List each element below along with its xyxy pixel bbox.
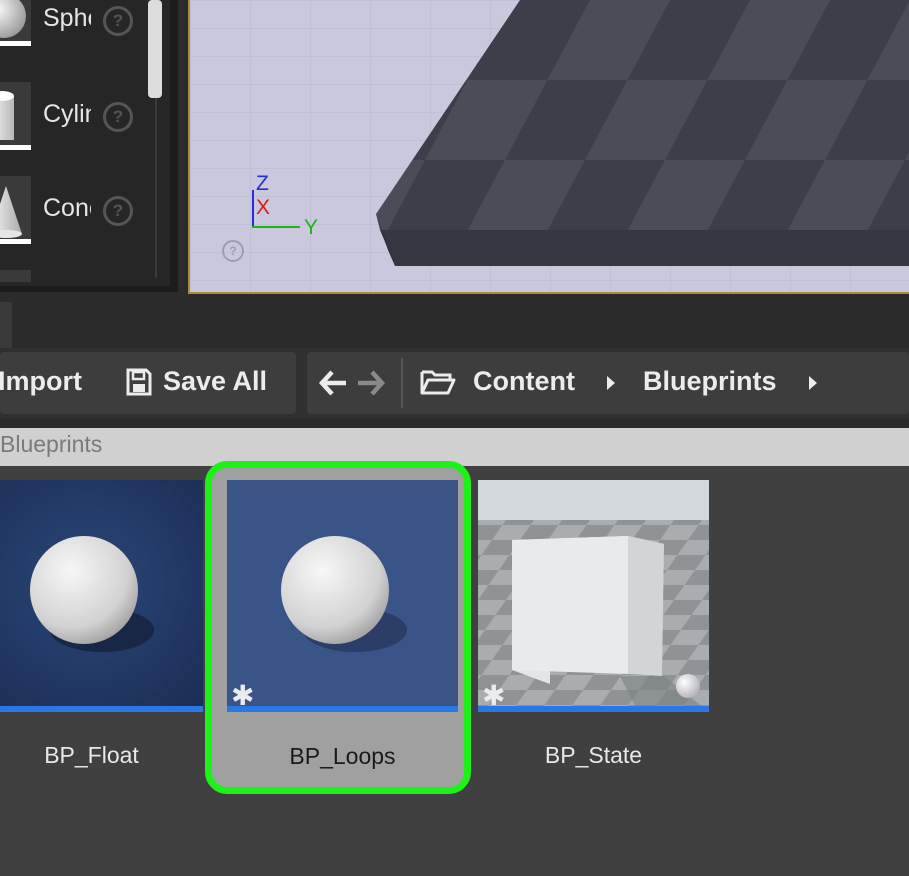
- help-icon[interactable]: ?: [103, 6, 133, 36]
- cylinder-icon: [0, 82, 31, 150]
- asset-name[interactable]: BP_Float: [0, 742, 207, 769]
- toolbar-divider: [401, 358, 403, 408]
- asset-type-bar: [227, 706, 458, 712]
- place-actors-panel: Sphe ? Cylin ?: [0, 0, 178, 292]
- place-item-partial: [0, 270, 31, 282]
- breadcrumb-arrow-icon[interactable]: [807, 374, 819, 397]
- sphere-preview-icon: [676, 674, 700, 698]
- place-item-cone[interactable]: Cone ?: [0, 176, 150, 256]
- asset-thumbnail-bp-float[interactable]: [0, 480, 203, 712]
- sphere-icon: [0, 0, 31, 46]
- path-text: Blueprints: [0, 431, 103, 457]
- save-all-button[interactable]: Save All: [163, 366, 267, 397]
- place-item-label: Cylin: [43, 100, 91, 128]
- asset-thumbnail-bp-loops[interactable]: ✱: [227, 480, 458, 712]
- help-icon[interactable]: ?: [103, 102, 133, 132]
- place-item-sphere[interactable]: Sphe ?: [0, 0, 150, 56]
- viewport-scene: [190, 0, 909, 292]
- axis-y-label: Y: [304, 216, 319, 239]
- breadcrumb-blueprints[interactable]: Blueprints: [643, 366, 777, 397]
- place-actors-list: Sphe ? Cylin ?: [0, 0, 170, 286]
- folder-icon[interactable]: [420, 368, 456, 401]
- place-item-label: Sphe: [43, 4, 91, 32]
- import-button[interactable]: Import: [0, 366, 82, 397]
- help-icon[interactable]: ?: [103, 196, 133, 226]
- content-browser-tab[interactable]: [0, 302, 12, 348]
- cube-icon: [478, 480, 709, 712]
- back-arrow-icon[interactable]: [318, 368, 348, 403]
- cone-icon: [0, 176, 31, 244]
- path-bar: [0, 428, 909, 466]
- forward-arrow-icon[interactable]: [356, 368, 386, 403]
- place-item-label: Cone: [43, 194, 91, 222]
- asset-type-bar: [0, 706, 203, 712]
- scrollbar-thumb[interactable]: [148, 0, 162, 98]
- level-viewport[interactable]: Z X Y ?: [188, 0, 909, 294]
- viewport-help-icon[interactable]: ?: [222, 240, 244, 262]
- asset-thumbnail-bp-state[interactable]: ✱: [478, 480, 709, 712]
- asset-name[interactable]: BP_Loops: [227, 743, 458, 770]
- breadcrumb-content[interactable]: Content: [473, 366, 575, 397]
- axis-x-label: X: [256, 196, 271, 219]
- asset-name[interactable]: BP_State: [478, 742, 709, 769]
- asset-type-bar: [478, 706, 709, 712]
- breadcrumb-arrow-icon[interactable]: [605, 374, 617, 397]
- sphere-icon: [227, 480, 458, 712]
- sphere-icon: [0, 480, 203, 712]
- place-item-cylinder[interactable]: Cylin ?: [0, 82, 150, 162]
- axis-z-label: Z: [256, 172, 269, 195]
- save-icon: [126, 368, 152, 401]
